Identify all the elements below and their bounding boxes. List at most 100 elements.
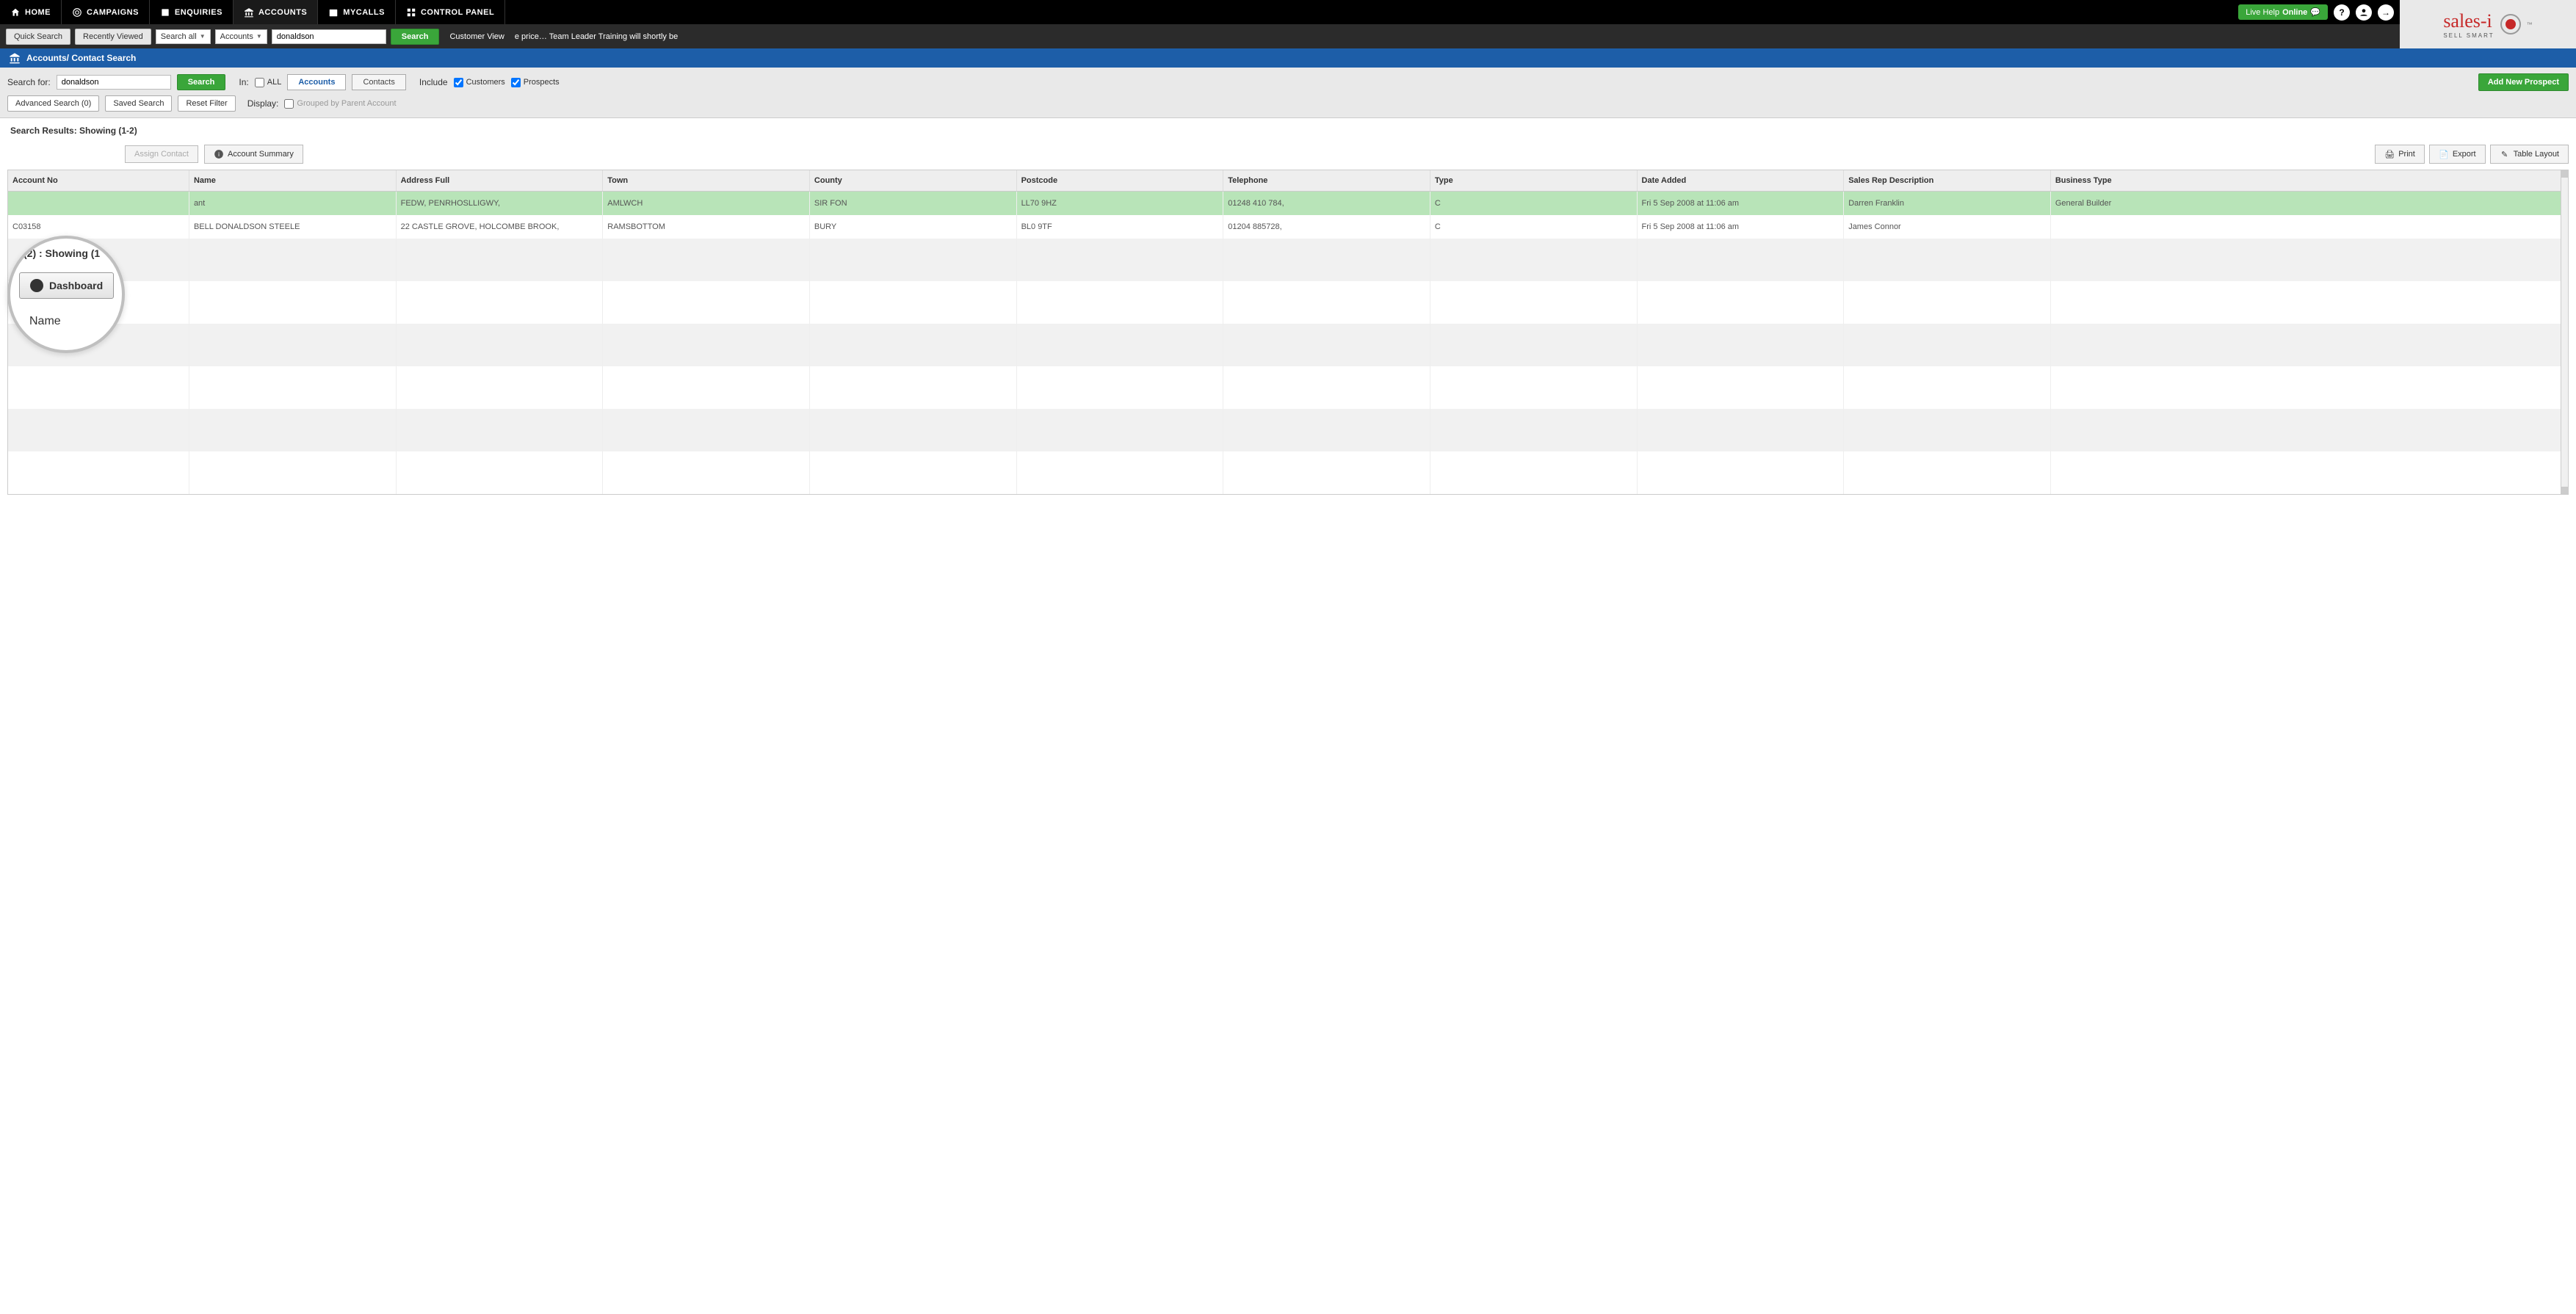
info-icon: i — [214, 149, 224, 159]
table-cell: ant — [189, 192, 396, 216]
table-cell — [2050, 215, 2567, 239]
chat-icon: 💬 — [2310, 7, 2320, 17]
bank-icon — [9, 52, 21, 64]
column-header[interactable]: County — [809, 170, 1016, 192]
column-header[interactable]: Telephone — [1223, 170, 1430, 192]
grid-icon — [406, 7, 416, 18]
column-header[interactable]: Date Added — [1637, 170, 1844, 192]
search-for-input[interactable] — [57, 75, 171, 90]
saved-search-button[interactable]: Saved Search — [105, 95, 172, 112]
table-cell: BL0 9TF — [1016, 215, 1223, 239]
print-button[interactable]: 🖨 Print — [2375, 145, 2425, 164]
nav-control-panel[interactable]: CONTROL PANEL — [396, 0, 505, 24]
search-panel: Search for: Search In: ALL Accounts Cont… — [0, 68, 2576, 118]
prospects-checkbox[interactable]: Prospects — [511, 78, 560, 87]
grouped-checkbox[interactable]: Grouped by Parent Account — [284, 99, 396, 109]
advanced-search-button[interactable]: Advanced Search (0) — [7, 95, 99, 112]
table-row[interactable]: antFEDW, PENRHOSLLIGWY,AMLWCHSIR FONLL70… — [8, 192, 2568, 216]
customers-checkbox[interactable]: Customers — [454, 78, 505, 87]
search-scope-label: Search all — [161, 32, 197, 41]
results-table-container: Account NoNameAddress FullTownCountyPost… — [7, 170, 2569, 495]
accounts-tab[interactable]: Accounts — [287, 74, 346, 90]
table-cell: General Builder — [2050, 192, 2567, 216]
bank-icon — [244, 7, 254, 18]
brand-name: sales-i — [2443, 10, 2492, 32]
column-header[interactable]: Town — [603, 170, 810, 192]
nav-control-panel-label: CONTROL PANEL — [421, 8, 494, 17]
live-help-prefix: Live Help — [2246, 8, 2279, 17]
calendar-icon — [328, 7, 339, 18]
table-row-empty — [8, 366, 2568, 409]
include-label: Include — [419, 77, 448, 87]
help-icon[interactable]: ? — [2334, 4, 2350, 21]
add-new-prospect-button[interactable]: Add New Prospect — [2478, 73, 2569, 91]
printer-icon: 🖨 — [2384, 149, 2395, 159]
assign-contact-button[interactable]: Assign Contact — [125, 145, 198, 163]
logout-icon[interactable]: → — [2378, 4, 2394, 21]
magnifier-name-column: Name — [19, 315, 113, 328]
nav-campaigns-label: CAMPAIGNS — [87, 8, 139, 17]
magnifier-overlay: (2) : Showing (1 Dashboard Name — [7, 236, 125, 353]
search-button[interactable]: Search — [177, 74, 226, 90]
dashboard-button[interactable]: Dashboard — [19, 272, 114, 299]
table-row-empty — [8, 324, 2568, 366]
column-header[interactable]: Name — [189, 170, 396, 192]
toolbar-search-button[interactable]: Search — [391, 29, 440, 45]
gauge-icon — [30, 279, 43, 292]
nav-mycalls[interactable]: MYCALLS — [318, 0, 396, 24]
table-row-empty — [8, 239, 2568, 281]
marquee-text: e price… Team Leader Training will short… — [515, 32, 678, 41]
live-help-status: Online — [2282, 8, 2307, 17]
column-header[interactable]: Account No — [8, 170, 189, 192]
scrollbar[interactable] — [2561, 170, 2568, 494]
table-cell: C — [1430, 192, 1637, 216]
customer-view-label: Customer View — [449, 32, 504, 41]
all-checkbox[interactable]: ALL — [255, 78, 282, 87]
column-header[interactable]: Postcode — [1016, 170, 1223, 192]
column-header[interactable]: Business Type — [2050, 170, 2567, 192]
scroll-up-icon[interactable] — [2561, 170, 2568, 178]
nav-mycalls-label: MYCALLS — [343, 8, 385, 17]
in-label: In: — [239, 77, 248, 87]
toolbar-search-input[interactable] — [272, 29, 386, 44]
quick-search-button[interactable]: Quick Search — [6, 29, 70, 45]
reset-filter-button[interactable]: Reset Filter — [178, 95, 235, 112]
nav-accounts[interactable]: ACCOUNTS — [234, 0, 318, 24]
breadcrumb-title: Accounts/ Contact Search — [26, 53, 136, 63]
nav-home[interactable]: HOME — [0, 0, 62, 24]
table-cell: BELL DONALDSON STEELE — [189, 215, 396, 239]
user-icon[interactable] — [2356, 4, 2372, 21]
recently-viewed-button[interactable]: Recently Viewed — [75, 29, 151, 45]
column-header[interactable]: Address Full — [396, 170, 603, 192]
table-cell: SIR FON — [809, 192, 1016, 216]
table-row[interactable]: C03158BELL DONALDSON STEELE22 CASTLE GRO… — [8, 215, 2568, 239]
search-type-select[interactable]: Accounts ▼ — [215, 29, 267, 44]
toolbar: Quick Search Recently Viewed Search all … — [0, 24, 2400, 48]
column-header[interactable]: Type — [1430, 170, 1637, 192]
table-row-empty — [8, 281, 2568, 324]
table-row-empty — [8, 409, 2568, 451]
table-cell: AMLWCH — [603, 192, 810, 216]
search-type-label: Accounts — [220, 32, 253, 41]
nav-enquiries[interactable]: ENQUIRIES — [150, 0, 234, 24]
nav-campaigns[interactable]: CAMPAIGNS — [62, 0, 150, 24]
table-cell: 01204 885728, — [1223, 215, 1430, 239]
live-help-badge[interactable]: Live Help Online 💬 — [2238, 4, 2328, 20]
export-icon: 📄 — [2439, 149, 2449, 159]
home-icon — [10, 7, 21, 18]
results-actionbar: Assign Contact i Account Summary 🖨 Print… — [7, 145, 2569, 164]
search-scope-select[interactable]: Search all ▼ — [156, 29, 211, 44]
search-for-label: Search for: — [7, 77, 51, 87]
nav-accounts-label: ACCOUNTS — [258, 8, 307, 17]
export-button[interactable]: 📄 Export — [2429, 145, 2486, 164]
table-row-empty — [8, 451, 2568, 494]
column-header[interactable]: Sales Rep Description — [1844, 170, 2051, 192]
eye-icon — [2500, 14, 2521, 35]
target-icon — [72, 7, 82, 18]
top-nav: HOME CAMPAIGNS ENQUIRIES ACCOUNTS MYCALL… — [0, 0, 2400, 24]
scroll-down-icon[interactable] — [2561, 487, 2568, 494]
account-summary-button[interactable]: i Account Summary — [204, 145, 303, 164]
contacts-tab[interactable]: Contacts — [352, 74, 405, 90]
results-title: Search Results: Showing (1-2) — [10, 126, 2569, 136]
table-layout-button[interactable]: ✎ Table Layout — [2490, 145, 2569, 164]
